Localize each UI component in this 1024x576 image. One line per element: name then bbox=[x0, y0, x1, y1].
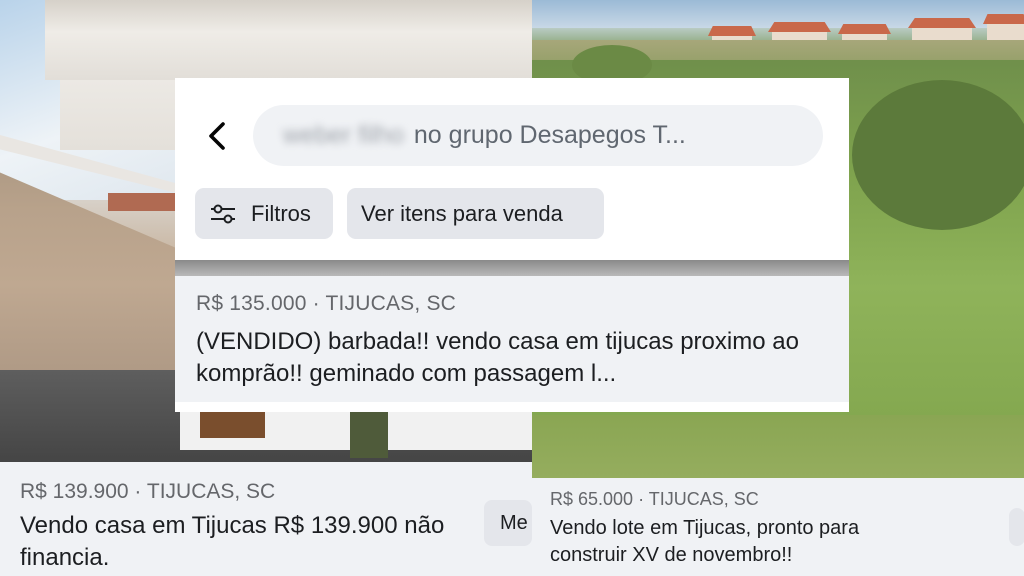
photo-trash-bin bbox=[350, 408, 388, 458]
search-overlay: weber filho no grupo Desapegos T... Filt… bbox=[175, 78, 849, 412]
search-header: weber filho no grupo Desapegos T... Filt… bbox=[175, 78, 849, 260]
search-user-redacted: weber filho bbox=[283, 121, 404, 149]
listing-price-location: R$ 139.900 · TIJUCAS, SC bbox=[20, 480, 276, 503]
chevron-left-icon bbox=[209, 122, 225, 150]
featured-listing-photo[interactable] bbox=[175, 260, 849, 276]
message-button[interactable] bbox=[1009, 508, 1024, 546]
photo-field-front bbox=[532, 415, 1024, 478]
filters-button[interactable]: Filtros bbox=[195, 188, 333, 239]
listing-card[interactable]: R$ 139.900 · TIJUCAS, SC Vendo casa em T… bbox=[0, 462, 532, 576]
items-for-sale-button[interactable]: Ver itens para venda bbox=[347, 188, 604, 239]
photo-door bbox=[200, 410, 265, 438]
search-input[interactable]: weber filho no grupo Desapegos T... bbox=[253, 105, 823, 166]
filters-label: Filtros bbox=[251, 200, 311, 226]
listing-title: Vendo casa em Tijucas R$ 139.900 não fin… bbox=[20, 512, 445, 571]
sliders-icon bbox=[211, 204, 235, 223]
listing-price-location: R$ 65.000 · TIJUCAS, SC bbox=[550, 489, 759, 509]
message-button[interactable]: Me bbox=[484, 500, 532, 546]
back-button[interactable] bbox=[197, 114, 237, 158]
photo-bush bbox=[852, 80, 1024, 230]
photo-neighbor-roof bbox=[108, 193, 175, 211]
listing-title: Vendo lote em Tijucas, pronto para const… bbox=[550, 517, 860, 566]
listing-card[interactable]: R$ 65.000 · TIJUCAS, SC Vendo lote em Ti… bbox=[532, 478, 1024, 576]
photo-roof-eave bbox=[45, 0, 532, 80]
items-for-sale-label: Ver itens para venda bbox=[361, 200, 563, 226]
overlay-footer bbox=[175, 402, 849, 412]
featured-listing-card[interactable]: R$ 135.000 · TIJUCAS, SC (VENDIDO) barba… bbox=[175, 276, 849, 402]
listing-title: (VENDIDO) barbada!! vendo casa em tijuca… bbox=[196, 328, 799, 387]
search-query-text: no grupo Desapegos T... bbox=[413, 121, 686, 149]
listing-price-location: R$ 135.000 · TIJUCAS, SC bbox=[196, 292, 457, 315]
